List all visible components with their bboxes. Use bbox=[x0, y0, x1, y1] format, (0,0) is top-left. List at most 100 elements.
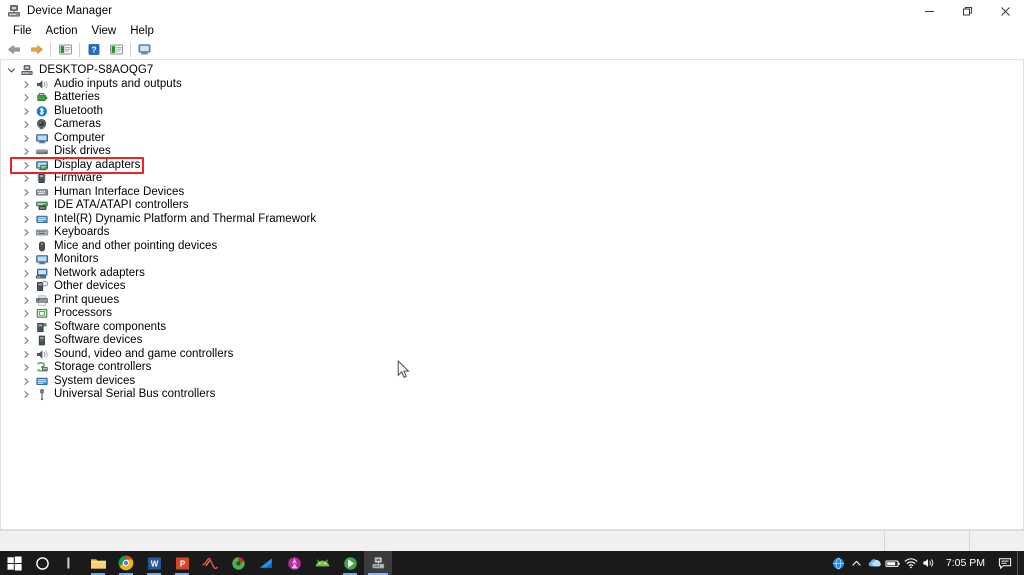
tree-item-label: Software components bbox=[54, 320, 167, 333]
system-tray: 7:05 PM bbox=[830, 551, 1024, 575]
volume-icon[interactable] bbox=[920, 551, 938, 575]
tree-row-other-devices[interactable]: ? Other devices bbox=[1, 280, 1023, 294]
tree-row-ide-ata-atapi-controllers[interactable]: IDE ATA/ATAPI controllers bbox=[1, 199, 1023, 213]
chevron-right-icon[interactable] bbox=[20, 307, 33, 320]
chevron-right-icon[interactable] bbox=[20, 213, 33, 226]
tree-row-storage-controllers[interactable]: Storage controllers bbox=[1, 361, 1023, 375]
wifi-icon[interactable] bbox=[902, 551, 920, 575]
chevron-right-icon[interactable] bbox=[20, 334, 33, 347]
tree-item-label: Print queues bbox=[54, 293, 120, 306]
status-pane-1 bbox=[884, 531, 969, 551]
chevron-right-icon[interactable] bbox=[20, 172, 33, 185]
taskbar-powerpoint[interactable]: P bbox=[168, 551, 196, 575]
chevron-right-icon[interactable] bbox=[20, 388, 33, 401]
scan-hardware-changes-button[interactable] bbox=[134, 41, 156, 59]
clock[interactable]: 7:05 PM bbox=[938, 551, 993, 575]
chevron-right-icon[interactable] bbox=[20, 78, 33, 91]
tree-row-network-adapters[interactable]: Network adapters bbox=[1, 267, 1023, 281]
tree-row-universal-serial-bus-controllers[interactable]: Universal Serial Bus controllers bbox=[1, 388, 1023, 402]
task-view-button[interactable] bbox=[56, 551, 84, 575]
chevron-right-icon[interactable] bbox=[20, 159, 33, 172]
taskbar-app-green-circle[interactable] bbox=[224, 551, 252, 575]
tree-item-label: Software devices bbox=[54, 334, 143, 347]
battery-icon[interactable] bbox=[884, 551, 902, 575]
menu-file[interactable]: File bbox=[6, 23, 39, 39]
menu-help[interactable]: Help bbox=[123, 23, 161, 39]
tree-row-software-devices[interactable]: Software devices bbox=[1, 334, 1023, 348]
tray-app-icon[interactable] bbox=[830, 551, 848, 575]
chevron-down-icon[interactable] bbox=[5, 64, 18, 77]
tree-row-intel-dynamic-platform-and-thermal-framework[interactable]: Intel(R) Dynamic Platform and Thermal Fr… bbox=[1, 213, 1023, 227]
computer-icon bbox=[19, 64, 35, 78]
tree-row-root[interactable]: DESKTOP-S8AOQG7 bbox=[1, 64, 1023, 78]
onedrive-cloud-icon[interactable] bbox=[866, 551, 884, 575]
usb-controller-icon bbox=[34, 388, 50, 402]
chevron-right-icon[interactable] bbox=[20, 253, 33, 266]
chevron-right-icon[interactable] bbox=[20, 267, 33, 280]
taskbar-app-magenta[interactable] bbox=[280, 551, 308, 575]
chevron-right-icon[interactable] bbox=[20, 321, 33, 334]
chevron-right-icon[interactable] bbox=[20, 294, 33, 307]
show-desktop-button[interactable] bbox=[1017, 551, 1022, 575]
tree-row-cameras[interactable]: Cameras bbox=[1, 118, 1023, 132]
chevron-right-icon[interactable] bbox=[20, 199, 33, 212]
ide-controller-icon bbox=[34, 199, 50, 213]
chevron-right-icon[interactable] bbox=[20, 348, 33, 361]
minimize-button[interactable] bbox=[910, 0, 948, 22]
chevron-right-icon[interactable] bbox=[20, 118, 33, 131]
tree-row-processors[interactable]: Processors bbox=[1, 307, 1023, 321]
tree-row-keyboards[interactable]: Keyboards bbox=[1, 226, 1023, 240]
search-button[interactable] bbox=[28, 551, 56, 575]
tree-row-audio-inputs-and-outputs[interactable]: Audio inputs and outputs bbox=[1, 78, 1023, 92]
notification-center-button[interactable] bbox=[993, 551, 1017, 575]
tree-row-software-components[interactable]: Software components bbox=[1, 321, 1023, 335]
chevron-right-icon[interactable] bbox=[20, 361, 33, 374]
tree-row-computer[interactable]: Computer bbox=[1, 132, 1023, 146]
chevron-up-icon[interactable] bbox=[848, 551, 866, 575]
help-button[interactable]: ? bbox=[83, 41, 105, 59]
tree-row-monitors[interactable]: Monitors bbox=[1, 253, 1023, 267]
status-message bbox=[0, 531, 884, 551]
tree-row-disk-drives[interactable]: Disk drives bbox=[1, 145, 1023, 159]
toolbar-separator bbox=[50, 42, 51, 57]
tree-row-human-interface-devices[interactable]: Human Interface Devices bbox=[1, 186, 1023, 200]
tree-row-display-adapters[interactable]: Display adapters bbox=[1, 159, 1023, 173]
menu-action[interactable]: Action bbox=[39, 23, 85, 39]
tree-row-print-queues[interactable]: Print queues bbox=[1, 294, 1023, 308]
chevron-right-icon[interactable] bbox=[20, 240, 33, 253]
taskbar-device-manager[interactable] bbox=[364, 551, 392, 575]
menu-view[interactable]: View bbox=[85, 23, 124, 39]
taskbar-chrome[interactable] bbox=[112, 551, 140, 575]
taskbar-word[interactable]: W bbox=[140, 551, 168, 575]
chevron-right-icon[interactable] bbox=[20, 91, 33, 104]
tree-row-system-devices[interactable]: System devices bbox=[1, 375, 1023, 389]
start-button[interactable] bbox=[0, 551, 28, 575]
chevron-right-icon[interactable] bbox=[20, 186, 33, 199]
tree-row-mice-and-other-pointing-devices[interactable]: Mice and other pointing devices bbox=[1, 240, 1023, 254]
chevron-right-icon[interactable] bbox=[20, 105, 33, 118]
chevron-right-icon[interactable] bbox=[20, 280, 33, 293]
tree-row-firmware[interactable]: Firmware bbox=[1, 172, 1023, 186]
taskbar-android-studio[interactable] bbox=[308, 551, 336, 575]
sound-controller-icon bbox=[34, 347, 50, 361]
taskbar-app-blue-triangle[interactable] bbox=[252, 551, 280, 575]
taskbar-file-explorer[interactable] bbox=[84, 551, 112, 575]
chevron-right-icon[interactable] bbox=[20, 132, 33, 145]
forward-button[interactable] bbox=[25, 41, 47, 59]
restore-button[interactable] bbox=[948, 0, 986, 22]
device-tree-panel[interactable]: DESKTOP-S8AOQG7 Audio inputs and outputs bbox=[0, 60, 1024, 530]
properties-button[interactable] bbox=[54, 41, 76, 59]
tree-row-sound-video-and-game-controllers[interactable]: Sound, video and game controllers bbox=[1, 348, 1023, 362]
close-button[interactable] bbox=[986, 0, 1024, 22]
tree-item-label: IDE ATA/ATAPI controllers bbox=[54, 199, 189, 212]
back-button[interactable] bbox=[3, 41, 25, 59]
chevron-right-icon[interactable] bbox=[20, 226, 33, 239]
svg-text:?: ? bbox=[91, 44, 96, 54]
taskbar-matlab[interactable] bbox=[196, 551, 224, 575]
chevron-right-icon[interactable] bbox=[20, 375, 33, 388]
tree-row-bluetooth[interactable]: Bluetooth bbox=[1, 105, 1023, 119]
taskbar-app-green[interactable] bbox=[336, 551, 364, 575]
update-driver-button[interactable] bbox=[105, 41, 127, 59]
tree-row-batteries[interactable]: Batteries bbox=[1, 91, 1023, 105]
chevron-right-icon[interactable] bbox=[20, 145, 33, 158]
